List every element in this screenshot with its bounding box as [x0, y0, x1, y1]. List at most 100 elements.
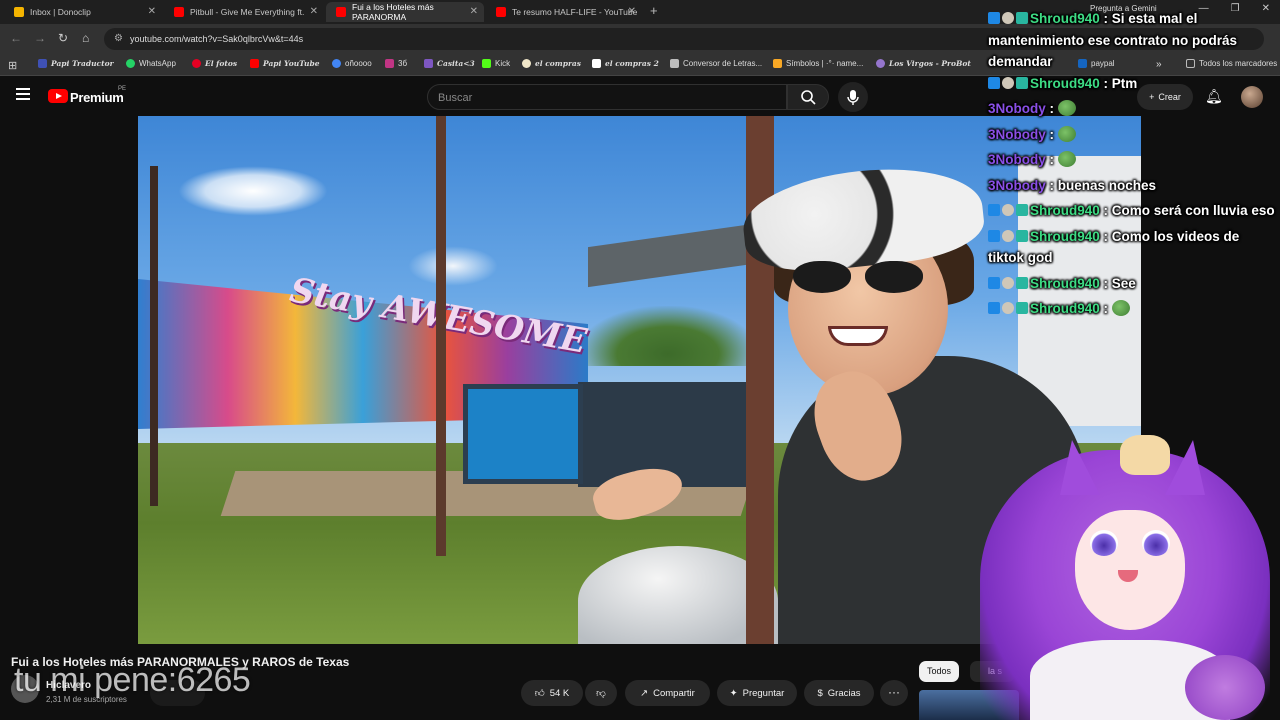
- bookmark-el-compras-2[interactable]: el compras 2: [592, 59, 659, 68]
- badge-icon: [1016, 12, 1028, 24]
- badge-icon: [1002, 12, 1014, 24]
- thanks-button[interactable]: $ Gracias: [804, 680, 874, 706]
- tab-half-life[interactable]: Te resumo HALF-LIFE - YouTube ✕: [486, 2, 642, 22]
- video-cloud: [178, 166, 328, 216]
- chat-message: 3Nobody :: [988, 124, 1278, 146]
- badge-icon: [1002, 229, 1014, 242]
- chat-username: 3Nobody: [988, 152, 1046, 167]
- new-tab-button[interactable]: +: [650, 3, 658, 18]
- close-icon[interactable]: ✕: [148, 6, 156, 17]
- badge-icon: [988, 229, 1000, 242]
- page-icon: [670, 59, 679, 68]
- bookmark-los-virgos[interactable]: Los Virgos - ProBot: [876, 59, 971, 68]
- bookmark-el-fotos[interactable]: El fotos: [192, 59, 237, 68]
- vtuber-eye: [1090, 530, 1118, 556]
- like-button[interactable]: 👍︎ 54 K: [521, 680, 583, 706]
- voice-search-button[interactable]: [838, 82, 868, 112]
- chat-message: Shroud940 : Como será con lluvia eso: [988, 200, 1278, 222]
- chat-username: Shroud940: [1030, 11, 1100, 26]
- video-cloud: [408, 246, 498, 286]
- site-info-icon[interactable]: ⚙: [114, 33, 123, 44]
- tab-label: Inbox | Donoclip: [30, 7, 91, 17]
- ask-button[interactable]: ✦ Preguntar: [717, 680, 797, 706]
- youtube-icon: [336, 7, 346, 17]
- kick-icon: [482, 59, 491, 68]
- badge-icon: [1016, 302, 1028, 314]
- youtube-logo-icon[interactable]: [48, 89, 68, 103]
- bookmark-instagram[interactable]: 3б: [385, 59, 407, 68]
- chat-message: 3Nobody : buenas noches: [988, 177, 1157, 193]
- apps-icon[interactable]: ⊞: [8, 59, 17, 72]
- close-icon[interactable]: ✕: [310, 6, 318, 17]
- chat-message: Shroud940 :: [988, 298, 1278, 320]
- more-actions-button[interactable]: ···: [880, 680, 908, 706]
- tab-pitbull[interactable]: Pitbull - Give Me Everything ft. ✕: [164, 2, 324, 22]
- donoclip-icon: [14, 7, 24, 17]
- chat-username: 3Nobody: [988, 177, 1046, 193]
- reload-icon[interactable]: ↻: [58, 31, 68, 45]
- bookmark-label: 3б: [398, 59, 408, 68]
- bookmark-conversor[interactable]: Conversor de Letras...: [670, 59, 762, 68]
- thanks-label: Gracias: [827, 687, 861, 699]
- chip-all[interactable]: Todos: [919, 661, 960, 682]
- bookmark-label: Papi Traductor: [51, 59, 114, 68]
- video-sunglasses: [793, 261, 928, 295]
- badge-icon: [1002, 302, 1014, 314]
- stream-overlay-counter: tu mi pene:6265: [14, 661, 251, 699]
- bookmark-papi-youtube[interactable]: Papi YouTube: [250, 59, 320, 68]
- menu-icon[interactable]: [16, 88, 30, 100]
- chat-text: Ptm: [1111, 75, 1138, 91]
- bookmark-onoooo[interactable]: oñoooo: [332, 59, 372, 68]
- badge-icon: [1002, 76, 1014, 89]
- bookmark-label: Kick: [495, 59, 511, 68]
- bookmark-label: El fotos: [205, 59, 238, 68]
- dislike-button[interactable]: 👎︎: [585, 680, 617, 706]
- super-thanks-icon: $: [817, 687, 823, 699]
- badge-icon: [988, 302, 1000, 314]
- close-icon[interactable]: ✕: [470, 6, 478, 17]
- chat-message: Shroud940 : See: [988, 273, 1278, 295]
- bookmark-label: WhatsApp: [139, 59, 176, 68]
- pepe-emote-icon: [1111, 300, 1130, 316]
- shop-icon: [592, 59, 601, 68]
- chat-username: Shroud940: [1030, 301, 1100, 316]
- badge-icon: [1002, 204, 1014, 216]
- ask-label: Preguntar: [742, 687, 785, 699]
- search-button[interactable]: [787, 84, 829, 110]
- bookmark-label: Casita<3: [437, 59, 475, 68]
- bookmark-label: Conversor de Letras...: [683, 59, 763, 68]
- tab-hoteles-paranormales[interactable]: Fui a los Hoteles más PARANORMA ✕: [326, 2, 484, 22]
- chat-message: 3Nobody :: [988, 149, 1278, 171]
- youtube-premium-logo[interactable]: Premium: [70, 90, 124, 105]
- url-text: youtube.com/watch?v=Sak0qlbrcVw&t=44s: [130, 34, 304, 44]
- back-icon[interactable]: ←: [10, 31, 22, 45]
- search-input[interactable]: Buscar: [427, 84, 787, 110]
- pinterest-icon: [192, 59, 201, 68]
- bookmark-casita[interactable]: Casita<3: [424, 59, 475, 68]
- search-placeholder: Buscar: [438, 92, 473, 104]
- bookmark-papi-traductor[interactable]: Papi Traductor: [38, 59, 114, 68]
- bookmark-icon: [38, 59, 47, 68]
- bookmark-el-compras[interactable]: el compras: [522, 59, 581, 68]
- share-button[interactable]: ↗ Compartir: [625, 680, 710, 706]
- tab-label: Te resumo HALF-LIFE - YouTube: [512, 7, 638, 17]
- bookmark-label: el compras 2: [605, 59, 659, 68]
- bookmark-simbolos[interactable]: Símbolos | ·°· name...: [773, 59, 863, 68]
- badge-icon: [1002, 276, 1014, 289]
- forward-icon[interactable]: →: [34, 31, 46, 45]
- like-count: 54 K: [549, 687, 570, 699]
- tab-inbox-donoclip[interactable]: Inbox | Donoclip ✕: [4, 2, 162, 22]
- youtube-icon: [496, 7, 506, 17]
- search-icon: [801, 90, 816, 105]
- shop-icon: [522, 59, 531, 68]
- chat-text: buenas noches: [1057, 177, 1157, 193]
- discord-icon: [876, 59, 885, 68]
- bookmark-kick[interactable]: Kick: [482, 59, 510, 68]
- home-icon[interactable]: ⌂: [82, 31, 89, 45]
- bookmark-whatsapp[interactable]: WhatsApp: [126, 59, 176, 68]
- youtube-icon: [250, 59, 259, 68]
- close-icon[interactable]: ✕: [628, 6, 636, 17]
- twitch-icon: [424, 59, 433, 68]
- folder-icon: [773, 59, 782, 68]
- bookmark-label: Los Virgos - ProBot: [889, 59, 971, 68]
